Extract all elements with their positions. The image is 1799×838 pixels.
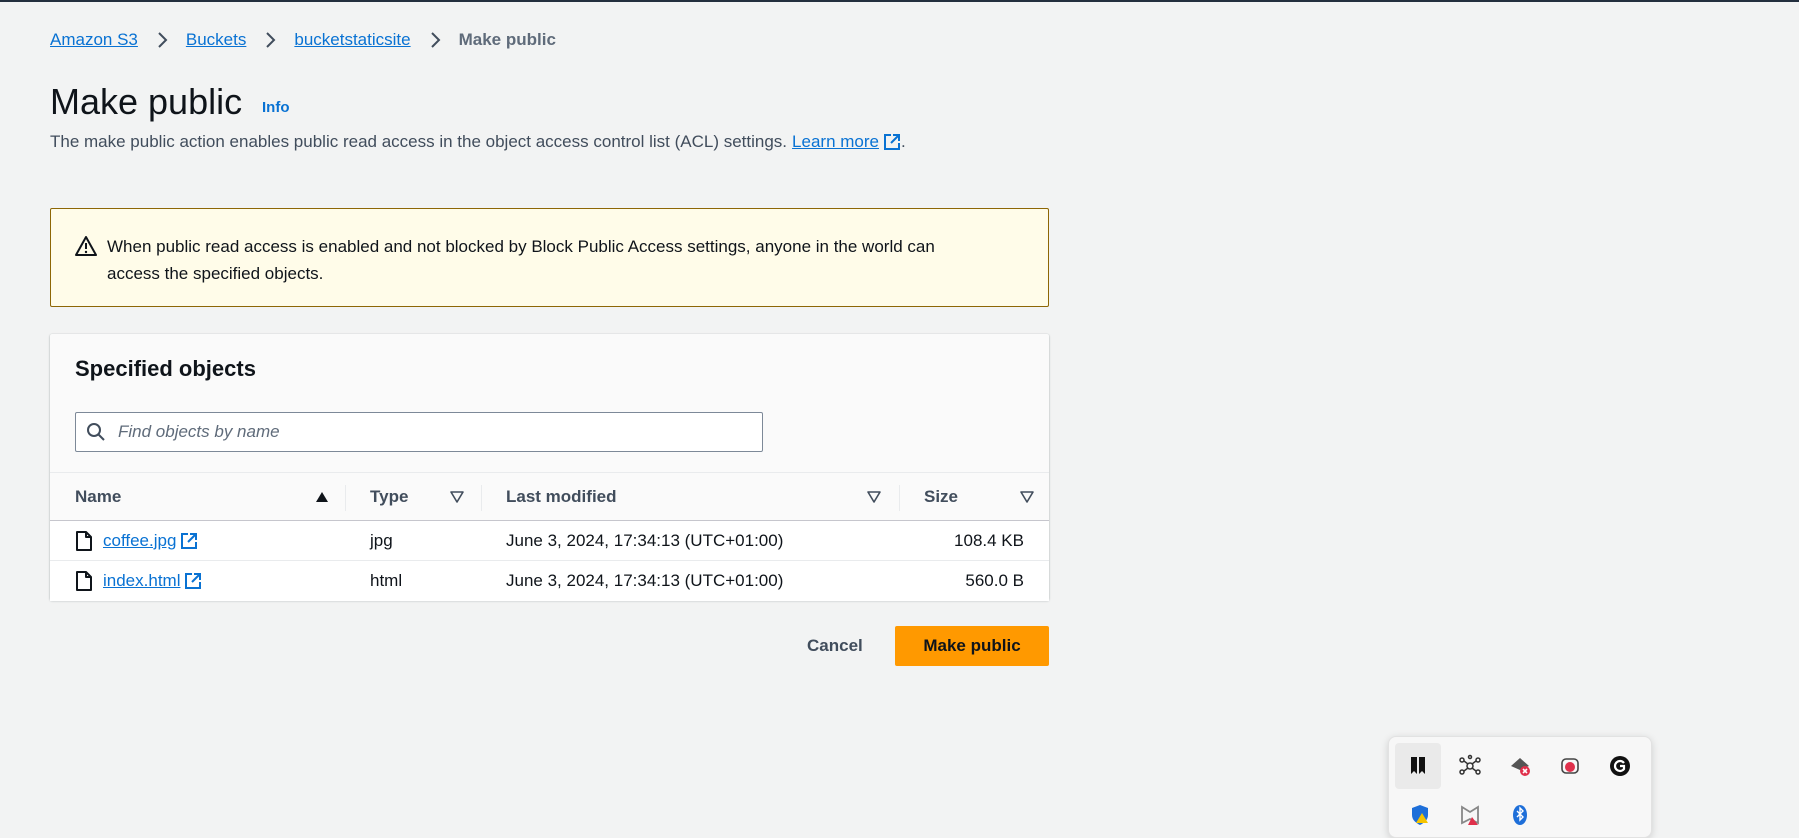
bookmark-icon[interactable] [1395, 743, 1441, 789]
description-text: The make public action enables public re… [50, 132, 788, 151]
column-label: Type [370, 487, 409, 506]
column-header-type[interactable]: Type [370, 473, 465, 521]
objects-table: Name Type Last modified Size coffee.jpg … [50, 472, 1049, 601]
breadcrumb-amazon-s3[interactable]: Amazon S3 [50, 30, 138, 50]
grammarly-icon[interactable] [1606, 752, 1634, 780]
size-cell: 560.0 B [965, 571, 1024, 590]
description-period: . [900, 132, 906, 151]
column-header-name[interactable]: Name [75, 473, 330, 521]
last-modified-cell: June 3, 2024, 17:34:13 (UTC+01:00) [506, 531, 784, 550]
breadcrumb: Amazon S3 Buckets bucketstaticsite Make … [50, 30, 556, 50]
page-description: The make public action enables public re… [50, 132, 906, 152]
warning-icon [75, 236, 97, 256]
page-title: Make public [50, 81, 243, 122]
search-icon [87, 423, 105, 441]
blocked-app-icon[interactable] [1506, 752, 1534, 780]
cloud-app-icon[interactable] [1556, 752, 1584, 780]
size-cell: 108.4 KB [954, 531, 1024, 550]
sort-icon [1020, 491, 1034, 503]
bluetooth-icon[interactable] [1506, 801, 1534, 829]
type-cell: html [370, 571, 403, 590]
external-link-icon[interactable] [180, 532, 198, 550]
external-link-icon[interactable] [184, 572, 202, 590]
table-header: Name Type Last modified Size [50, 472, 1049, 521]
breadcrumb-current: Make public [458, 30, 556, 49]
warning-text: When public read access is enabled and n… [107, 237, 935, 283]
warning-alert: When public read access is enabled and n… [50, 208, 1049, 307]
chevron-right-icon [430, 32, 441, 48]
column-divider [899, 485, 900, 511]
type-cell: jpg [370, 531, 393, 550]
learn-more-label: Learn more [792, 132, 879, 151]
column-label: Name [75, 487, 122, 506]
info-link[interactable]: Info [262, 99, 290, 116]
sort-icon [867, 491, 881, 503]
column-divider [345, 485, 346, 511]
column-divider [481, 485, 482, 511]
column-header-last-modified[interactable]: Last modified [506, 473, 886, 521]
security-shield-icon[interactable] [1406, 801, 1434, 829]
chevron-right-icon [266, 32, 276, 48]
sort-ascending-icon [316, 492, 328, 502]
breadcrumb-buckets[interactable]: Buckets [186, 30, 246, 50]
name-cell: index.html [75, 561, 202, 601]
object-link[interactable]: index.html [103, 571, 180, 591]
file-icon [76, 531, 92, 551]
cancel-button[interactable]: Cancel [787, 626, 883, 666]
sort-icon [450, 491, 464, 503]
mcafee-icon[interactable] [1456, 801, 1484, 829]
specified-objects-panel: Specified objects Name Type Last modifie… [50, 334, 1049, 601]
external-link-icon [883, 134, 900, 150]
table-row: coffee.jpg jpg June 3, 2024, 17:34:13 (U… [50, 521, 1049, 561]
make-public-button[interactable]: Make public [895, 626, 1049, 666]
column-label: Size [924, 487, 959, 506]
column-label: Last modified [506, 487, 617, 506]
panel-header: Specified objects [75, 356, 256, 381]
learn-more-link[interactable]: Learn more [792, 132, 901, 152]
last-modified-cell: June 3, 2024, 17:34:13 (UTC+01:00) [506, 571, 784, 590]
search-input[interactable] [116, 421, 762, 443]
chevron-right-icon [158, 32, 168, 48]
name-cell: coffee.jpg [75, 521, 198, 561]
table-row: index.html html June 3, 2024, 17:34:13 (… [50, 561, 1049, 601]
network-icon[interactable] [1456, 752, 1484, 780]
column-header-size[interactable]: Size [924, 473, 1034, 521]
breadcrumb-bucket[interactable]: bucketstaticsite [294, 30, 410, 50]
search-field[interactable] [75, 412, 763, 452]
file-icon [76, 571, 92, 591]
object-link[interactable]: coffee.jpg [103, 531, 176, 551]
